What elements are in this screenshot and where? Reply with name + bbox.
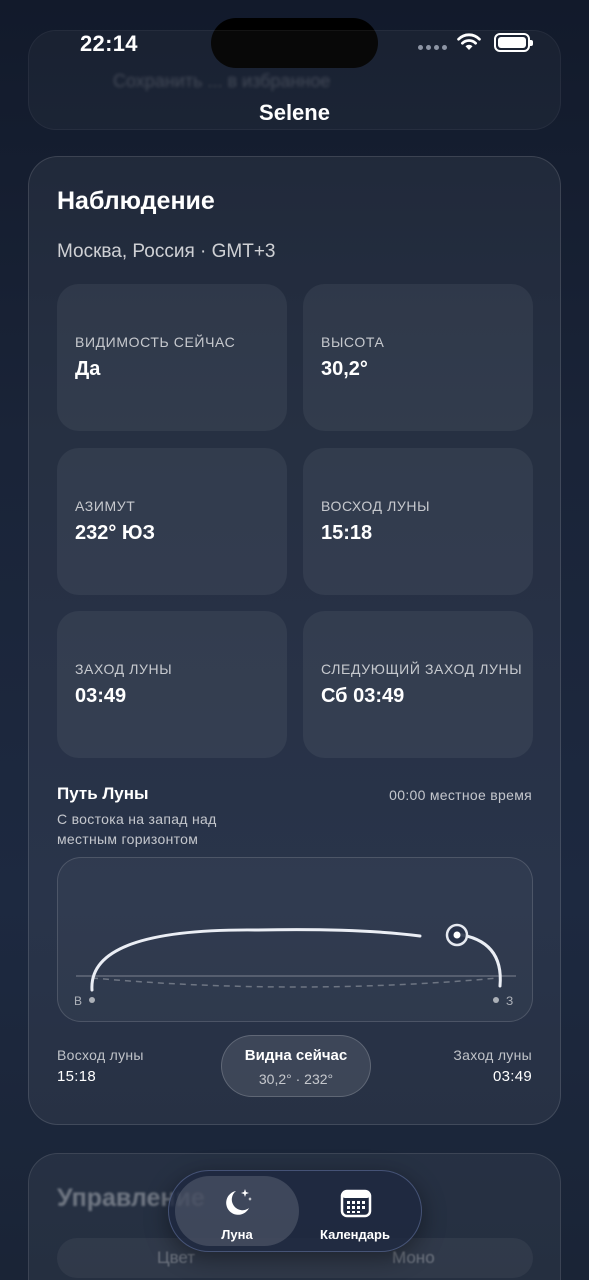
moonrise-label: Восход луны: [57, 1047, 144, 1063]
observation-card: Наблюдение Москва, Россия · GMT+3 Видимо…: [28, 156, 561, 1125]
moon-path-graphic: В З: [74, 923, 516, 1008]
tile-value: 03:49: [75, 685, 127, 707]
tile-label: Заход луны: [75, 661, 173, 677]
tab-calendar[interactable]: Календарь: [293, 1176, 417, 1246]
location-label: Москва, Россия · GMT+3: [57, 241, 276, 262]
moon-path-time: 00:00 местное время: [389, 787, 532, 803]
moon-path-description: С востока на запад над местным горизонто…: [57, 811, 217, 847]
visible-now-title: Видна сейчас: [244, 1047, 348, 1064]
east-label: В: [74, 994, 82, 1008]
tile-next-moonset: Следующий заход луны Сб 03:49: [303, 611, 533, 758]
visible-now-detail: 30,2° · 232°: [258, 1071, 334, 1087]
moon-path-arc: [90, 928, 422, 992]
tile-label: Видимость сейчас: [75, 334, 236, 350]
below-horizon-path: [91, 977, 499, 988]
tile-value: Сб 03:49: [321, 685, 405, 707]
segment-color[interactable]: Цвет: [157, 1248, 195, 1268]
tile-label: Следующий заход луны: [321, 661, 523, 677]
tile-moonrise: Восход луны 15:18: [303, 448, 533, 595]
east-dot: [89, 997, 95, 1003]
calendar-icon: [340, 1189, 372, 1218]
west-label: З: [506, 994, 513, 1008]
segment-mono[interactable]: Моно: [392, 1248, 435, 1268]
moonset-time: 03:49: [492, 1068, 532, 1085]
west-dot: [493, 997, 499, 1003]
tile-label: Восход луны: [321, 498, 431, 514]
scrolled-card-text: Сохранить ... в избранное: [113, 71, 331, 91]
tile-value: 15:18: [321, 522, 373, 544]
moonset-label: Заход луны: [453, 1047, 532, 1063]
tile-value: Да: [75, 358, 101, 380]
tile-visibility: Видимость сейчас Да: [57, 284, 287, 431]
visible-now-pill: Видна сейчас 30,2° · 232°: [221, 1035, 371, 1097]
tab-bar: Луна Календарь: [168, 1170, 422, 1252]
page-title: Selene: [259, 100, 330, 125]
tile-value: 30,2°: [321, 358, 368, 380]
tile-label: Высота: [321, 334, 385, 350]
tile-altitude: Высота 30,2°: [303, 284, 533, 431]
moon-path-chart: В З: [57, 857, 533, 1022]
tile-value: 232° ЮЗ: [75, 522, 156, 544]
tab-calendar-label: Календарь: [320, 1227, 390, 1242]
tile-moonset: Заход луны 03:49: [57, 611, 287, 758]
observation-title: Наблюдение: [57, 187, 215, 215]
tab-moon-label: Луна: [221, 1227, 253, 1242]
tile-azimuth: Азимут 232° ЮЗ: [57, 448, 287, 595]
tile-label: Азимут: [75, 498, 136, 514]
moonrise-time: 15:18: [57, 1068, 97, 1085]
moon-path-title: Путь Луны: [57, 784, 149, 803]
tab-moon[interactable]: Луна: [175, 1176, 299, 1246]
moon-stars-icon: [226, 1189, 252, 1215]
